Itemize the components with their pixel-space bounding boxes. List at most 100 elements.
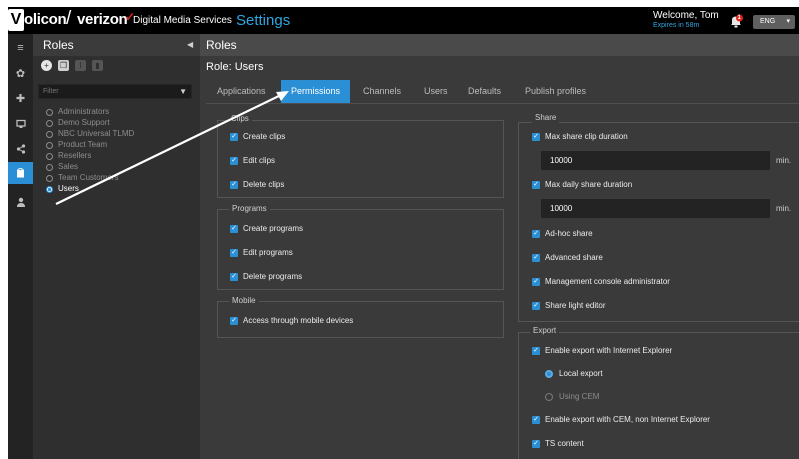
radio-icon bbox=[46, 141, 53, 149]
check-icon: ✓ bbox=[532, 440, 540, 448]
role-item-product-team[interactable]: Product Team bbox=[46, 140, 107, 150]
add-role-icon[interactable]: + bbox=[41, 60, 52, 71]
enable-export-ie-checkbox[interactable]: ✓ Enable export with Internet Explorer bbox=[532, 346, 672, 356]
gear-icon[interactable]: ✿ bbox=[8, 62, 33, 84]
checkbox-label: Max share clip duration bbox=[545, 132, 628, 141]
check-icon: ✓ bbox=[532, 302, 540, 310]
role-label: Team Customers bbox=[58, 173, 119, 182]
role-label: NBC Universal TLMD bbox=[58, 129, 135, 138]
role-item-team-customers[interactable]: Team Customers bbox=[46, 173, 118, 183]
page-title: Roles bbox=[206, 38, 237, 52]
role-label: Users bbox=[58, 184, 79, 193]
role-item-nbc-universal-tlmd[interactable]: NBC Universal TLMD bbox=[46, 129, 134, 139]
main-header bbox=[200, 34, 799, 56]
notification-bell-icon[interactable]: 1 bbox=[729, 14, 743, 28]
user-icon[interactable] bbox=[8, 191, 33, 213]
volicon-logo-text: olicon bbox=[24, 11, 67, 28]
enable-export-cem-checkbox[interactable]: ✓ Enable export with CEM, non Internet Ex… bbox=[532, 415, 710, 425]
checkbox-label: TS content bbox=[545, 439, 584, 448]
roles-panel-title: Roles bbox=[43, 38, 74, 52]
checkbox-label: Create programs bbox=[243, 224, 304, 233]
checkbox-label: Create clips bbox=[243, 132, 286, 141]
tab-publish-profiles[interactable]: Publish profiles bbox=[525, 80, 586, 103]
check-icon: ✓ bbox=[532, 416, 540, 424]
max-daily-share-duration-input[interactable]: 10000 bbox=[541, 199, 770, 218]
ad-hoc-share-checkbox[interactable]: ✓ Ad-hoc share bbox=[532, 229, 593, 239]
radio-label: Local export bbox=[559, 369, 603, 378]
checkbox-label: Enable export with Internet Explorer bbox=[545, 346, 673, 355]
checkbox-label: Delete clips bbox=[243, 180, 285, 189]
checkbox-label: Edit programs bbox=[243, 248, 293, 257]
monitor-icon[interactable] bbox=[8, 113, 33, 135]
welcome-text[interactable]: Welcome, Tom bbox=[653, 10, 719, 21]
checkbox-label: Enable export with CEM, non Internet Exp… bbox=[545, 415, 710, 424]
tab-users[interactable]: Users bbox=[424, 80, 448, 103]
tab-permissions[interactable]: Permissions bbox=[281, 80, 351, 103]
max-daily-share-duration-checkbox[interactable]: ✓ Max daily share duration bbox=[532, 180, 632, 190]
share-light-editor-checkbox[interactable]: ✓ Share light editor bbox=[532, 301, 605, 311]
copy-role-icon[interactable]: ❐ bbox=[58, 60, 69, 71]
delete-clips-checkbox[interactable]: ✓ Delete clips bbox=[230, 180, 284, 190]
volicon-logo-mark: V bbox=[8, 9, 24, 31]
check-icon: ✓ bbox=[230, 181, 238, 189]
language-select[interactable]: ENG ▾ bbox=[753, 15, 795, 29]
using-cem-radio[interactable]: Using CEM bbox=[545, 392, 599, 402]
check-icon: ✓ bbox=[532, 278, 540, 286]
max-share-clip-duration-checkbox[interactable]: ✓ Max share clip duration bbox=[532, 132, 628, 142]
role-item-users[interactable]: Users bbox=[46, 184, 79, 194]
role-title: Role: Users bbox=[206, 61, 264, 73]
role-item-resellers[interactable]: Resellers bbox=[46, 151, 91, 161]
puzzle-icon[interactable]: ✚ bbox=[8, 87, 33, 109]
roles-icon[interactable] bbox=[8, 162, 33, 184]
radio-icon bbox=[46, 163, 53, 171]
filter-input[interactable]: Filter ▼ bbox=[38, 84, 192, 99]
duration-unit: min. bbox=[776, 204, 792, 213]
roles-panel-header: Roles ◀ bbox=[33, 34, 200, 56]
tab-channels[interactable]: Channels bbox=[363, 80, 401, 103]
check-icon: ✓ bbox=[230, 157, 238, 165]
radio-icon bbox=[46, 152, 53, 160]
tab-defaults[interactable]: Defaults bbox=[468, 80, 501, 103]
delete-role-icon[interactable]: ▮ bbox=[92, 60, 103, 71]
create-programs-checkbox[interactable]: ✓ Create programs bbox=[230, 224, 303, 234]
icon-rail: ≡ ✿ ✚ bbox=[8, 34, 33, 459]
edit-programs-checkbox[interactable]: ✓ Edit programs bbox=[230, 248, 293, 258]
filter-funnel-icon[interactable]: ▼ bbox=[179, 87, 187, 96]
tab-divider bbox=[206, 103, 799, 104]
notification-count: 1 bbox=[737, 15, 741, 21]
role-item-administrators[interactable]: Administrators bbox=[46, 107, 109, 117]
role-item-sales[interactable]: Sales bbox=[46, 162, 78, 172]
check-icon: ✓ bbox=[532, 230, 540, 238]
radio-icon bbox=[545, 393, 553, 401]
clips-group-label: Clips bbox=[228, 114, 252, 124]
tab-applications[interactable]: Applications bbox=[217, 80, 266, 103]
menu-icon[interactable]: ≡ bbox=[8, 37, 33, 59]
mobile-access-checkbox[interactable]: ✓ Access through mobile devices bbox=[230, 316, 353, 326]
share-icon[interactable] bbox=[8, 138, 33, 160]
logo-separator: / bbox=[66, 8, 72, 29]
check-icon: ✓ bbox=[532, 254, 540, 262]
check-icon: ✓ bbox=[230, 249, 238, 257]
radio-icon bbox=[46, 174, 53, 182]
top-header: V olicon / verizon ✓ Digital Media Servi… bbox=[8, 7, 799, 34]
management-console-administrator-checkbox[interactable]: ✓ Management console administrator bbox=[532, 277, 670, 287]
check-icon: ✓ bbox=[532, 181, 540, 189]
edit-role-icon[interactable]: I bbox=[75, 60, 86, 71]
max-share-clip-duration-input[interactable]: 10000 bbox=[541, 151, 770, 170]
collapse-left-icon[interactable]: ◀ bbox=[187, 40, 193, 49]
radio-selected-icon bbox=[545, 370, 553, 378]
language-value: ENG bbox=[760, 18, 776, 25]
advanced-share-checkbox[interactable]: ✓ Advanced share bbox=[532, 253, 603, 263]
checkbox-label: Edit clips bbox=[243, 156, 276, 165]
create-clips-checkbox[interactable]: ✓ Create clips bbox=[230, 132, 285, 142]
checkbox-label: Access through mobile devices bbox=[243, 316, 354, 325]
check-icon: ✓ bbox=[230, 317, 238, 325]
ts-content-checkbox[interactable]: ✓ TS content bbox=[532, 439, 584, 449]
radio-label: Using CEM bbox=[559, 392, 600, 401]
delete-programs-checkbox[interactable]: ✓ Delete programs bbox=[230, 272, 302, 282]
local-export-radio[interactable]: Local export bbox=[545, 369, 603, 379]
checkbox-label: Advanced share bbox=[545, 253, 603, 262]
verizon-logo-text: verizon bbox=[77, 11, 128, 28]
edit-clips-checkbox[interactable]: ✓ Edit clips bbox=[230, 156, 275, 166]
role-item-demo-support[interactable]: Demo Support bbox=[46, 118, 110, 128]
